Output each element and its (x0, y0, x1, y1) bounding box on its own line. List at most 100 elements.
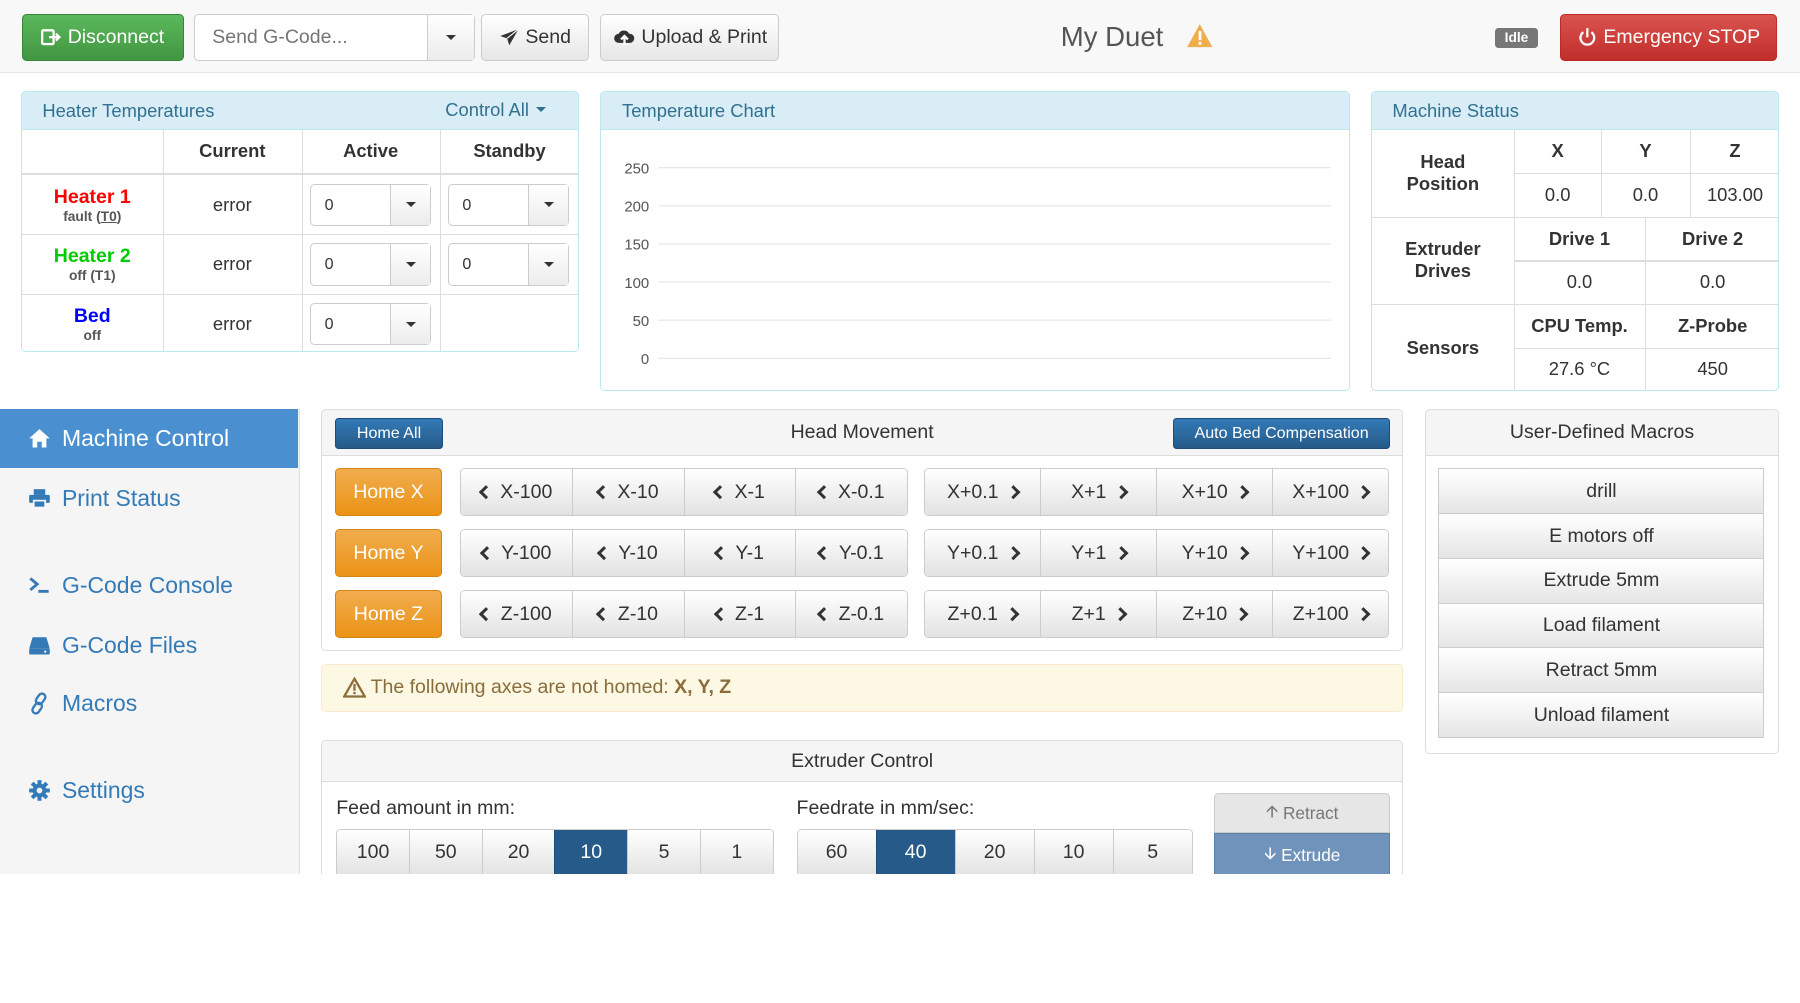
move-button[interactable]: X-10 (571, 469, 684, 516)
heater-2-standby-dropdown[interactable] (528, 244, 569, 285)
heater-1-tool-link[interactable]: T0 (101, 209, 117, 224)
bed-name-cell[interactable]: Bed off (22, 295, 163, 352)
move-button-label: Z-1 (735, 602, 765, 625)
move-button[interactable]: X+0.1 (924, 469, 1040, 516)
warning-icon (1187, 24, 1213, 48)
macro-button[interactable]: E motors off (1438, 513, 1765, 560)
gcode-history-dropdown[interactable] (427, 14, 475, 60)
emergency-stop-button[interactable]: Emergency STOP (1560, 13, 1778, 61)
feed-amount-option[interactable]: 100 (337, 829, 409, 874)
move-button[interactable]: Z+0.1 (924, 590, 1040, 638)
gear-icon (28, 780, 50, 802)
heater-2-active-input[interactable]: 0 (309, 243, 432, 286)
head-position-label: Head Position (1406, 151, 1480, 195)
move-button[interactable]: Z+100 (1271, 590, 1388, 638)
bed-active-input[interactable]: 0 (309, 302, 432, 346)
macro-button[interactable]: Unload filament (1438, 692, 1765, 739)
macro-button[interactable]: Retract 5mm (1438, 647, 1765, 694)
heater-1-name-cell[interactable]: Heater 1 fault (T0) (22, 175, 163, 234)
sidebar-item-gcode-console[interactable]: G-Code Console (0, 556, 298, 616)
feed-amount-option[interactable]: 50 (408, 829, 482, 874)
heater-2-name-cell[interactable]: Heater 2 off (T1) (22, 235, 163, 294)
feedrate-option[interactable]: 60 (797, 829, 876, 874)
send-button[interactable]: Send (481, 13, 589, 61)
feedrate-option[interactable]: 20 (954, 829, 1034, 874)
move-button[interactable]: Y+10 (1155, 530, 1272, 577)
z-probe-value: 450 (1697, 358, 1728, 380)
sidebar-item-macros[interactable]: Macros (0, 674, 298, 734)
heater-1-standby-dropdown[interactable] (528, 184, 569, 225)
move-button[interactable]: Z-0.1 (795, 590, 907, 638)
extrude-button[interactable]: 🡫 Extrude (1214, 833, 1391, 874)
move-y-plus-group: Y+0.1 Y+1 Y+10 Y+100 (923, 529, 1389, 578)
disconnect-button[interactable]: Disconnect (21, 13, 184, 61)
chevron-left-icon (713, 545, 729, 561)
upload-print-button[interactable]: Upload & Print (600, 13, 780, 61)
move-button-label: Z+10 (1182, 602, 1228, 625)
move-button[interactable]: X-0.1 (795, 469, 907, 516)
sidebar-item-label: Machine Control (61, 425, 230, 452)
macro-button[interactable]: drill (1438, 468, 1765, 515)
heater-2-standby-input[interactable]: 0 (447, 243, 570, 286)
move-button[interactable]: X+100 (1271, 469, 1388, 516)
home-y-button[interactable]: Home Y (335, 529, 442, 578)
feedrate-option[interactable]: 40 (875, 829, 955, 874)
move-button[interactable]: Z+10 (1155, 590, 1272, 638)
home-z-button[interactable]: Home Z (335, 589, 442, 639)
control-all-dropdown[interactable]: Control All (445, 99, 546, 121)
bed-active-dropdown[interactable] (390, 303, 431, 345)
heater-1-standby-input[interactable]: 0 (447, 183, 570, 226)
move-button[interactable]: Y+1 (1039, 530, 1156, 577)
move-button[interactable]: X-100 (461, 469, 572, 516)
auto-bed-compensation-button[interactable]: Auto Bed Compensation (1173, 417, 1391, 449)
move-button[interactable]: Y+0.1 (924, 530, 1040, 577)
gcode-input[interactable] (195, 14, 428, 60)
move-button[interactable]: Y-100 (461, 530, 572, 577)
move-button-label: X+1 (1071, 480, 1107, 503)
sidebar-item-print-status[interactable]: Print Status (0, 468, 298, 528)
retract-button[interactable]: 🡩 Retract (1214, 793, 1391, 834)
feedrate-option[interactable]: 5 (1112, 829, 1192, 874)
machine-status-title: Machine Status (1392, 99, 1519, 121)
heater-1-active-input[interactable]: 0 (309, 183, 432, 226)
move-button[interactable]: Y-0.1 (795, 530, 907, 577)
move-button[interactable]: Y-1 (683, 530, 796, 577)
feed-amount-option[interactable]: 10 (554, 829, 628, 874)
temperature-chart: 250 200 150 100 50 0 (625, 160, 1332, 368)
move-button[interactable]: Z-100 (461, 590, 572, 638)
move-button[interactable]: Z-10 (571, 590, 684, 638)
sidebar-item-gcode-files[interactable]: G-Code Files (0, 615, 298, 675)
chart-panel-header: Temperature Chart (601, 91, 1350, 130)
move-button[interactable]: Y-10 (571, 530, 684, 577)
move-button[interactable]: X-1 (683, 469, 796, 516)
move-button[interactable]: Z+1 (1039, 590, 1156, 638)
macro-button[interactable]: Load filament (1438, 602, 1765, 649)
sidebar-item-label: G-Code Console (61, 571, 233, 598)
move-button[interactable]: X+1 (1039, 469, 1156, 516)
heater-1-active-dropdown[interactable] (390, 184, 431, 225)
home-x-button[interactable]: Home X (335, 468, 442, 517)
feed-amount-option[interactable]: 1 (699, 829, 773, 874)
move-button[interactable]: Z-1 (683, 590, 796, 638)
move-button-label: Z+100 (1292, 602, 1349, 625)
move-button-label: X+10 (1181, 480, 1228, 503)
sidebar-item-machine-control[interactable]: Machine Control (0, 408, 299, 469)
z-probe-header: Z-Probe (1677, 314, 1748, 336)
heater-2-standby-value: 0 (462, 255, 472, 274)
move-button[interactable]: X+10 (1155, 469, 1272, 516)
home-all-button[interactable]: Home All (335, 417, 443, 449)
chevron-left-icon (478, 485, 494, 500)
arrow-down-icon: 🡫 (1264, 842, 1277, 863)
macro-button[interactable]: Extrude 5mm (1438, 557, 1765, 604)
heater-panel-title: Heater Temperatures (42, 99, 215, 121)
sidebar-item-label: Macros (61, 690, 138, 717)
sidebar-item-settings[interactable]: Settings (0, 761, 298, 821)
send-icon (500, 28, 519, 46)
feed-amount-option[interactable]: 20 (481, 829, 555, 874)
heater-2-active-dropdown[interactable] (390, 244, 431, 285)
heater-2-current: error (212, 253, 252, 275)
feed-amount-option[interactable]: 5 (627, 829, 700, 874)
move-button[interactable]: Y+100 (1271, 530, 1388, 577)
disconnect-label: Disconnect (67, 25, 165, 48)
feedrate-option[interactable]: 10 (1033, 829, 1113, 874)
